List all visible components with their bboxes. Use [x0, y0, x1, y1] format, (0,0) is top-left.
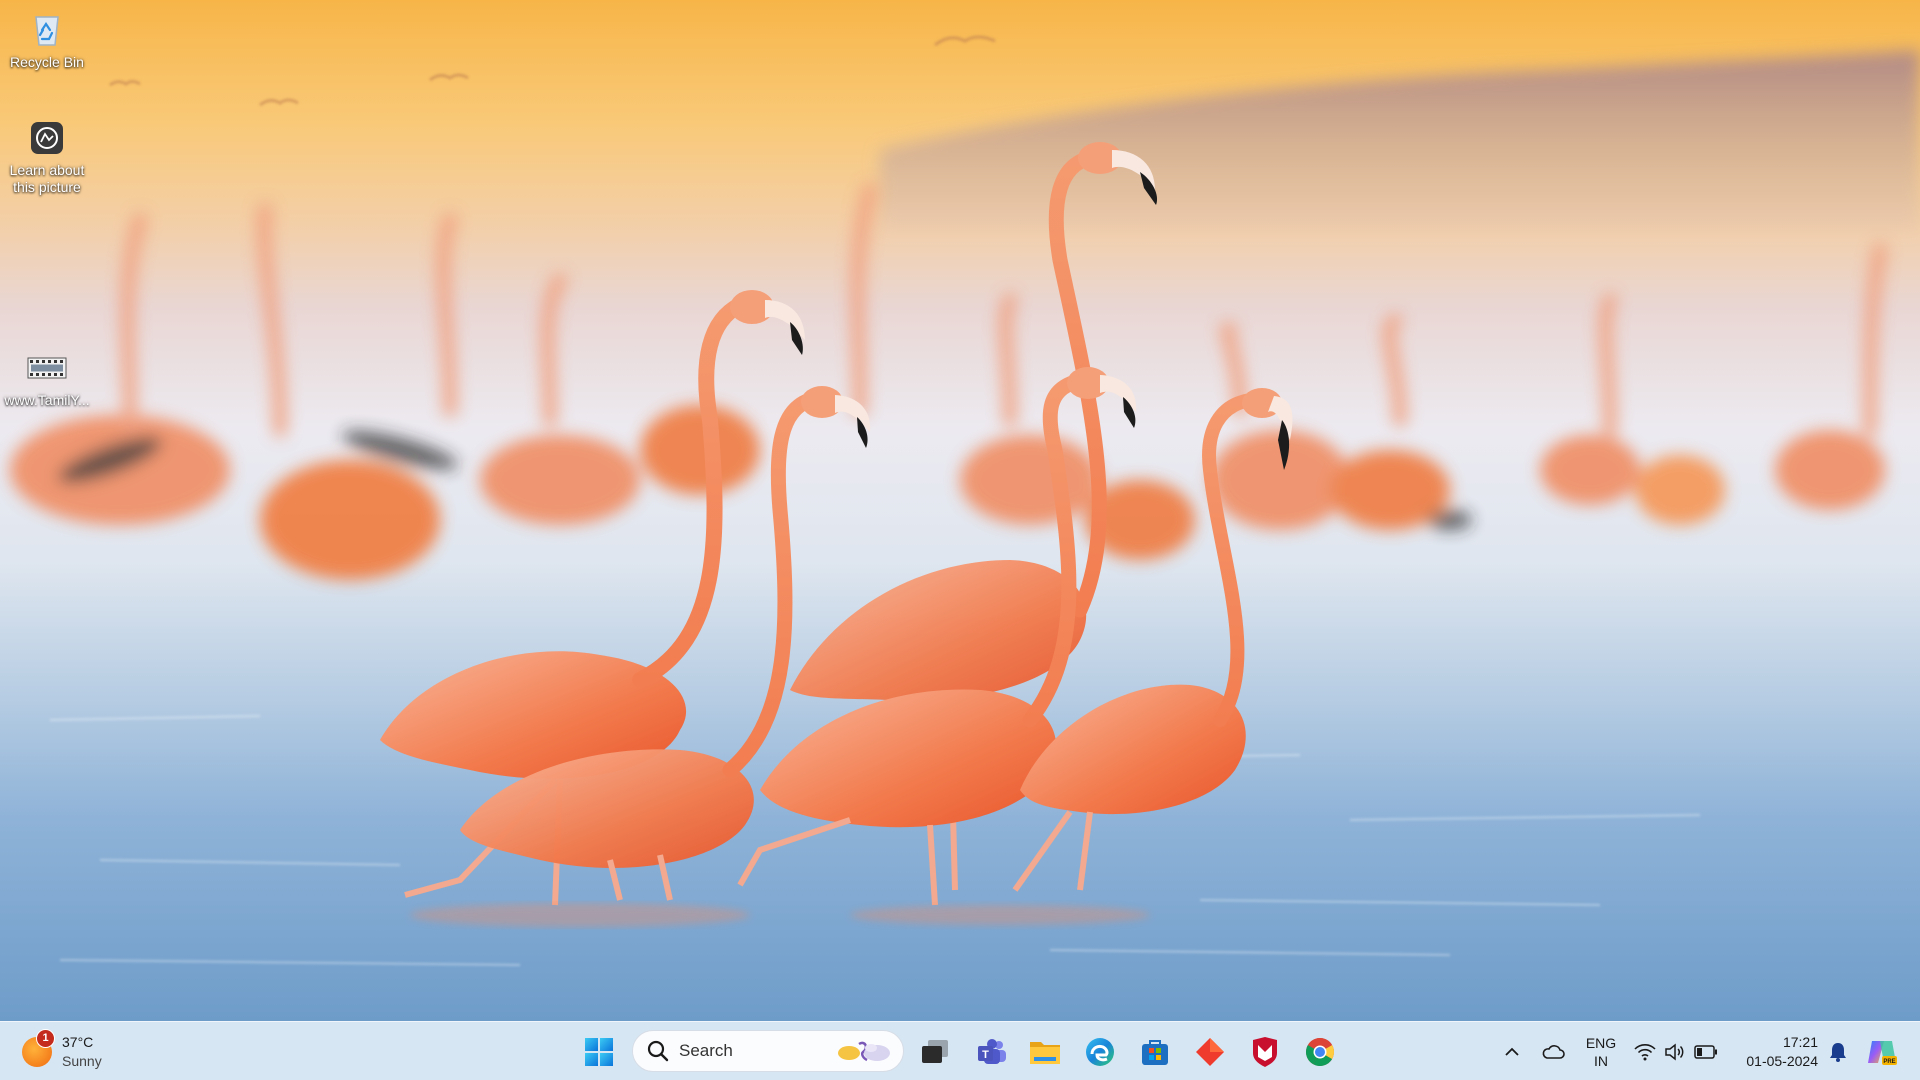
file-explorer-icon — [1021, 1028, 1069, 1076]
copilot-icon: PRE — [1862, 1032, 1902, 1072]
store-icon — [1131, 1028, 1179, 1076]
input-language-button[interactable]: ENG IN — [1576, 1022, 1626, 1080]
onedrive-tray-button[interactable] — [1537, 1022, 1569, 1080]
search-placeholder: Search — [679, 1041, 733, 1060]
desktop-icon-label: www.TamilY... — [4, 392, 90, 408]
camera-info-icon — [27, 118, 67, 158]
taskbar-app-file-explorer[interactable] — [1021, 1022, 1069, 1080]
quick-settings-button[interactable] — [1634, 1022, 1718, 1080]
weather-widget[interactable]: 1 37°C Sunny — [22, 1022, 102, 1080]
flamingo-wallpaper-image — [0, 0, 1920, 1021]
desktop-icon-video-file[interactable]: www.TamilY... — [0, 348, 94, 409]
copilot-button[interactable]: PRE — [1862, 1022, 1902, 1080]
desktop-icon-label: Learn about this picture — [9, 162, 85, 195]
show-hidden-icons-button[interactable] — [1498, 1022, 1526, 1080]
chrome-icon — [1296, 1028, 1344, 1076]
bell-icon — [1826, 1032, 1850, 1072]
edge-icon — [1076, 1028, 1124, 1076]
volume-icon — [1664, 1042, 1686, 1061]
weather-temperature: 37°C — [62, 1033, 94, 1050]
taskbar: 1 37°C Sunny Search T ENG IN 17:21 01-05… — [0, 1021, 1920, 1080]
chevron-up-icon — [1498, 1032, 1526, 1072]
wifi-icon — [1634, 1043, 1656, 1061]
windows-start-icon — [575, 1028, 623, 1076]
weather-condition: Sunny — [62, 1052, 102, 1069]
taskbar-app-store[interactable] — [1131, 1022, 1179, 1080]
taskbar-app-chrome[interactable] — [1296, 1022, 1344, 1080]
video-file-icon — [27, 348, 67, 388]
svg-text:T: T — [982, 1049, 989, 1061]
notifications-button[interactable] — [1826, 1022, 1850, 1080]
taskbar-app-red-diamond[interactable] — [1186, 1022, 1234, 1080]
region-code: IN — [1594, 1052, 1608, 1069]
battery-icon — [1694, 1044, 1718, 1059]
task-view-button[interactable] — [911, 1022, 959, 1080]
taskbar-app-mcafee[interactable] — [1241, 1022, 1289, 1080]
sun-icon: 1 — [22, 1028, 55, 1067]
language-code: ENG — [1585, 1034, 1617, 1051]
svg-text:PRE: PRE — [1883, 1059, 1895, 1065]
search-icon — [647, 1040, 669, 1062]
task-view-icon — [911, 1028, 959, 1076]
start-button[interactable] — [575, 1022, 623, 1080]
desktop-icon-label: Recycle Bin — [10, 54, 84, 70]
notification-badge: 1 — [36, 1028, 55, 1048]
teams-icon: T — [968, 1028, 1016, 1076]
search-highlight-icon — [835, 1036, 893, 1066]
clock-button[interactable]: 17:21 01-05-2024 — [1730, 1022, 1818, 1080]
desktop-icon-recycle-bin[interactable]: Recycle Bin — [0, 10, 94, 71]
recycle-bin-icon — [27, 10, 67, 50]
taskbar-app-edge[interactable] — [1076, 1022, 1124, 1080]
clock-time: 17:21 — [1782, 1033, 1818, 1050]
mcafee-icon — [1241, 1028, 1289, 1076]
onedrive-cloud-icon — [1537, 1032, 1569, 1072]
red-diamond-app-icon — [1186, 1028, 1234, 1076]
desktop-icon-learn-about-picture[interactable]: Learn about this picture — [0, 118, 94, 196]
search-input[interactable]: Search — [632, 1030, 904, 1072]
taskbar-app-teams[interactable]: T — [968, 1022, 1016, 1080]
desktop-wallpaper — [0, 0, 1920, 1021]
clock-date: 01-05-2024 — [1746, 1052, 1818, 1069]
